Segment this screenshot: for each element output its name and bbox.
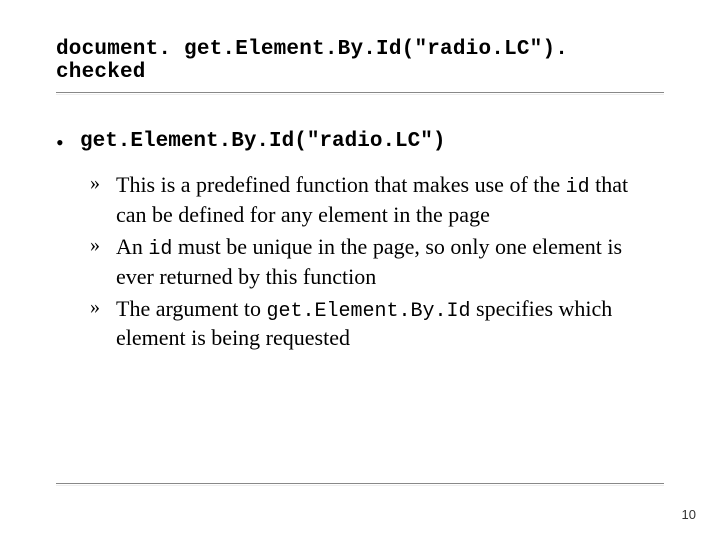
page-number: 10 [682, 507, 696, 522]
sub-bullet-list: » This is a predefined function that mak… [90, 171, 664, 352]
bullet2-icon: » [90, 295, 104, 353]
list-item: » An id must be unique in the page, so o… [90, 233, 664, 291]
text-pre: An [116, 234, 148, 259]
title-divider [56, 92, 664, 93]
bullet1-text: get.Element.By.Id("radio.LC") [80, 129, 445, 157]
bullet2-icon: » [90, 233, 104, 291]
text-post: must be unique in the page, so only one … [116, 234, 622, 289]
slide-body: • get.Element.By.Id("radio.LC") » This i… [56, 129, 664, 352]
bullet1-icon: • [56, 129, 68, 157]
code-span: get.Element.By.Id [267, 300, 471, 323]
slide: document. get.Element.By.Id("radio.LC").… [0, 0, 720, 540]
sub-bullet-text: An id must be unique in the page, so onl… [116, 233, 664, 291]
code-span: id [148, 238, 172, 261]
code-span: id [566, 176, 590, 199]
sub-bullet-text: This is a predefined function that makes… [116, 171, 664, 229]
footer-divider [56, 483, 664, 484]
sub-bullet-text: The argument to get.Element.By.Id specif… [116, 295, 664, 353]
bullet2-icon: » [90, 171, 104, 229]
text-pre: This is a predefined function that makes… [116, 172, 566, 197]
list-item: » This is a predefined function that mak… [90, 171, 664, 229]
list-item: » The argument to get.Element.By.Id spec… [90, 295, 664, 353]
slide-title: document. get.Element.By.Id("radio.LC").… [56, 38, 664, 90]
bullet-level1: • get.Element.By.Id("radio.LC") [56, 129, 664, 157]
text-pre: The argument to [116, 296, 267, 321]
